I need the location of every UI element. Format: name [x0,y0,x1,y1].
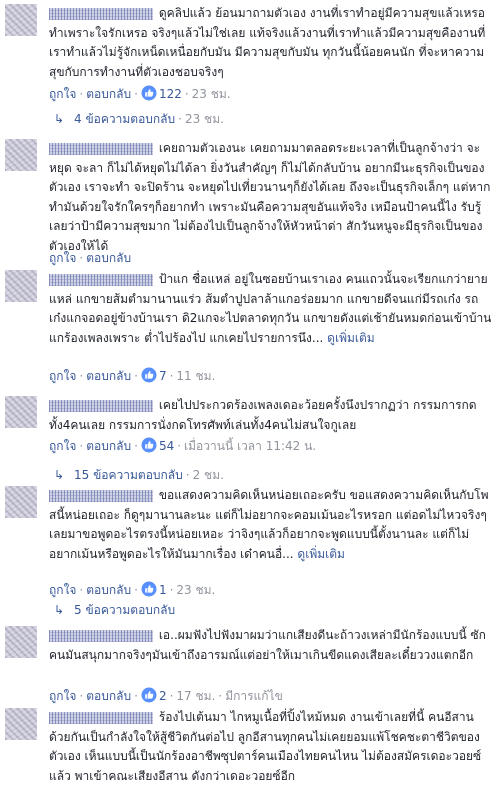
comment-body: ดูคลิปแล้ว ย้อนมาถามตัวเอง งานที่เราทำอย… [49,4,492,101]
avatar[interactable] [5,139,37,171]
comment-actions: ถูกใจ · ตอบกลับ · 122 · 23 ชม. [49,85,231,101]
comment-body: เคยไปประกวดร้องเพลงเดอะว้อยครั้งนึงปรากฏ… [49,396,492,453]
reply-button[interactable]: ตอบกลับ [86,87,131,101]
author-name[interactable] [49,7,153,20]
avatar[interactable] [5,270,37,302]
timestamp[interactable]: 23 ชม. [192,87,231,101]
comment-body: ป้าแก ชื่อแหล่ อยู่ในซอยบ้านเราเอง คนแถว… [49,270,492,383]
comment-body: ขอแสดงความคิดเห็นหน่อยเถอะครับ ขอแสดงควา… [49,486,492,597]
avatar[interactable] [5,486,37,518]
like-button[interactable]: ถูกใจ [49,369,76,383]
see-more-link[interactable]: ดูเพิ่มเติม [297,547,345,561]
author-name[interactable] [49,399,153,412]
reply-button[interactable]: ตอบกลับ [86,251,131,265]
reply-arrow-icon: ↳ [54,468,65,482]
timestamp[interactable]: เมื่อวานนี้ เวลา 11:42 น. [184,439,316,453]
comment-text: ป้าแก ชื่อแหล่ อยู่ในซอยบ้านเราเอง คนแถว… [49,270,492,348]
reply-button[interactable]: ตอบกลับ [86,689,131,703]
comment-actions: ถูกใจ · ตอบกลับ · 7 · 11 ชม. [49,367,215,383]
like-button[interactable]: ถูกใจ [49,87,76,101]
see-more-link[interactable]: ดูเพิ่มเติม [327,331,375,345]
view-replies-link[interactable]: ↳ 4 ข้อความตอบกลับ · 23 ชม. [54,111,224,127]
avatar[interactable] [5,396,37,428]
comment-text: ร้องไปเต้นมา ไกหมูเนื้อที่ปิ้งไหม้หมด งา… [49,708,492,786]
comment-actions: ถูกใจ · ตอบกลับ · 2 · 17 ชม. · มีการแก้ไข [49,687,283,703]
reaction-count[interactable]: 122 [159,87,182,101]
author-name[interactable] [49,489,153,502]
reply-button[interactable]: ตอบกลับ [86,369,131,383]
timestamp[interactable]: 17 ชม. [176,689,215,703]
reaction-count[interactable]: 54 [159,439,174,453]
avatar[interactable] [5,626,37,658]
reaction-count[interactable]: 2 [159,689,167,703]
like-icon[interactable] [141,85,157,105]
like-button[interactable]: ถูกใจ [49,583,76,597]
comment-actions: ถูกใจ · ตอบกลับ [49,251,132,265]
reply-button[interactable]: ตอบกลับ [86,583,131,597]
reply-arrow-icon: ↳ [54,112,65,126]
reaction-count[interactable]: 7 [159,369,167,383]
reply-button[interactable]: ตอบกลับ [86,439,131,453]
comment-text: เคยไปประกวดร้องเพลงเดอะว้อยครั้งนึงปรากฏ… [49,396,492,435]
like-icon[interactable] [141,367,157,387]
like-button[interactable]: ถูกใจ [49,689,76,703]
author-name[interactable] [49,629,153,642]
comment-actions: ถูกใจ · ตอบกลับ · 1 · 23 ชม. [49,581,215,597]
comment-message: เคยถามตัวเองนะ เคยถามมาตลอดระยะเวลาที่เป… [49,141,491,253]
author-name[interactable] [49,142,153,155]
timestamp[interactable]: 23 ชม. [176,583,215,597]
like-icon[interactable] [141,437,157,457]
avatar[interactable] [5,4,37,36]
comment-text: ขอแสดงความคิดเห็นหน่อยเถอะครับ ขอแสดงควา… [49,486,492,564]
comment-body: เคยถามตัวเองนะ เคยถามมาตลอดระยะเวลาที่เป… [49,139,492,265]
like-icon[interactable] [141,581,157,601]
view-replies-link[interactable]: ↳ 5 ข้อความตอบกลับ [54,602,175,618]
comment-actions: ถูกใจ · ตอบกลับ · 54 · เมื่อวานนี้ เวลา 11:42 … [49,437,316,453]
comment-text: ดูคลิปแล้ว ย้อนมาถามตัวเอง งานที่เราทำอย… [49,4,492,82]
like-button[interactable]: ถูกใจ [49,439,76,453]
comment-feed: ดูคลิปแล้ว ย้อนมาถามตัวเอง งานที่เราทำอย… [0,0,496,802]
author-name[interactable] [49,273,153,286]
comment-body: ร้องไปเต้นมา ไกหมูเนื้อที่ปิ้งไหม้หมด งา… [49,708,492,786]
view-replies-link[interactable]: ↳ 15 ข้อความตอบกลับ · 2 ชม. [54,467,224,483]
comment-text: เคยถามตัวเองนะ เคยถามมาตลอดระยะเวลาที่เป… [49,139,492,256]
reaction-count[interactable]: 1 [159,583,167,597]
edited-label[interactable]: มีการแก้ไข [225,689,283,703]
comment-text: เอ..ผมฟังไปฟังมาผมว่าแกเสียงดีนะถ้าวงเหล… [49,626,492,665]
timestamp[interactable]: 11 ชม. [176,369,215,383]
like-icon[interactable] [141,687,157,707]
reply-arrow-icon: ↳ [54,603,65,617]
avatar[interactable] [5,708,37,740]
comment-body: เอ..ผมฟังไปฟังมาผมว่าแกเสียงดีนะถ้าวงเหล… [49,626,492,703]
author-name[interactable] [49,711,153,724]
like-button[interactable]: ถูกใจ [49,251,76,265]
